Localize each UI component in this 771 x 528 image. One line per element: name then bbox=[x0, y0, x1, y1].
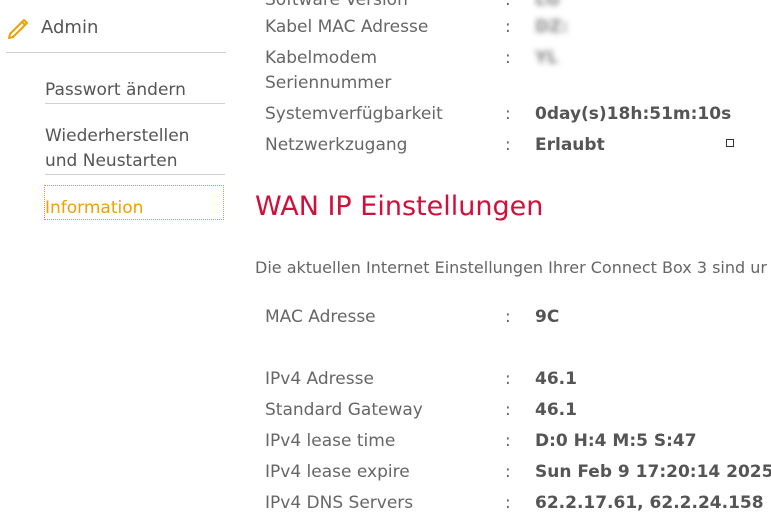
wan-value: 46.1 bbox=[535, 369, 577, 389]
status-value: Erlaubt bbox=[535, 135, 605, 155]
wan-label: Standard Gateway bbox=[265, 400, 423, 420]
status-separator: : bbox=[505, 17, 511, 37]
wan-separator: : bbox=[505, 400, 511, 420]
status-label: Netzwerkzugang bbox=[265, 135, 408, 155]
wan-label: IPv4 lease expire bbox=[265, 462, 410, 482]
status-row-seriennummer: Kabelmodem Seriennummer : YL bbox=[265, 46, 771, 96]
sidebar-item-wiederherstellen-neustarten[interactable]: Wiederherstellen und Neustarten bbox=[45, 124, 225, 175]
wan-value: Sun Feb 9 17:20:14 2025 bbox=[535, 462, 771, 482]
status-separator: : bbox=[505, 0, 511, 10]
wan-label: IPv4 lease time bbox=[265, 431, 396, 451]
wan-separator: : bbox=[505, 462, 511, 482]
sidebar-item-information[interactable]: Information bbox=[44, 185, 224, 220]
status-value: DZ: bbox=[535, 17, 569, 37]
section-description-wan: Die aktuellen Internet Einstellungen Ihr… bbox=[255, 258, 767, 277]
admin-title: Admin bbox=[41, 17, 99, 38]
status-value: YL bbox=[535, 48, 559, 68]
status-label: Kabel MAC Adresse bbox=[265, 17, 429, 37]
wan-separator: : bbox=[505, 431, 511, 451]
wan-value: 62.2.17.61, 62.2.24.158 bbox=[535, 493, 764, 513]
small-square-handle bbox=[726, 139, 734, 147]
wan-separator: : bbox=[505, 369, 511, 389]
page: Admin Passwort ändern Wiederherstellen u… bbox=[0, 0, 771, 528]
status-label: Software Version bbox=[265, 0, 408, 10]
wan-value: 46.1 bbox=[535, 400, 577, 420]
wan-value: D:0 H:4 M:5 S:47 bbox=[535, 431, 697, 451]
sidebar: Admin Passwort ändern Wiederherstellen u… bbox=[0, 0, 240, 528]
status-value: LG bbox=[535, 0, 560, 10]
sidebar-item-passwort-aendern[interactable]: Passwort ändern bbox=[45, 78, 225, 104]
main-content: Software Version : LG Kabel MAC Adresse … bbox=[255, 0, 771, 528]
wan-separator: : bbox=[505, 493, 511, 513]
section-title-wan: WAN IP Einstellungen bbox=[255, 191, 544, 222]
status-label: Kabelmodem Seriennummer bbox=[265, 48, 392, 93]
wan-label: IPv4 DNS Servers bbox=[265, 493, 414, 513]
status-value: 0day(s)18h:51m:10s bbox=[535, 104, 732, 124]
status-separator: : bbox=[505, 48, 511, 68]
wan-label: IPv4 Adresse bbox=[265, 369, 374, 389]
wan-label: MAC Adresse bbox=[265, 307, 376, 327]
wan-value: 9C bbox=[535, 307, 560, 327]
status-label: Systemverfügbarkeit bbox=[265, 104, 443, 124]
admin-header: Admin bbox=[6, 14, 226, 53]
status-separator: : bbox=[505, 135, 511, 155]
status-separator: : bbox=[505, 104, 511, 124]
wan-separator: : bbox=[505, 307, 511, 327]
pencil-icon bbox=[6, 14, 32, 40]
